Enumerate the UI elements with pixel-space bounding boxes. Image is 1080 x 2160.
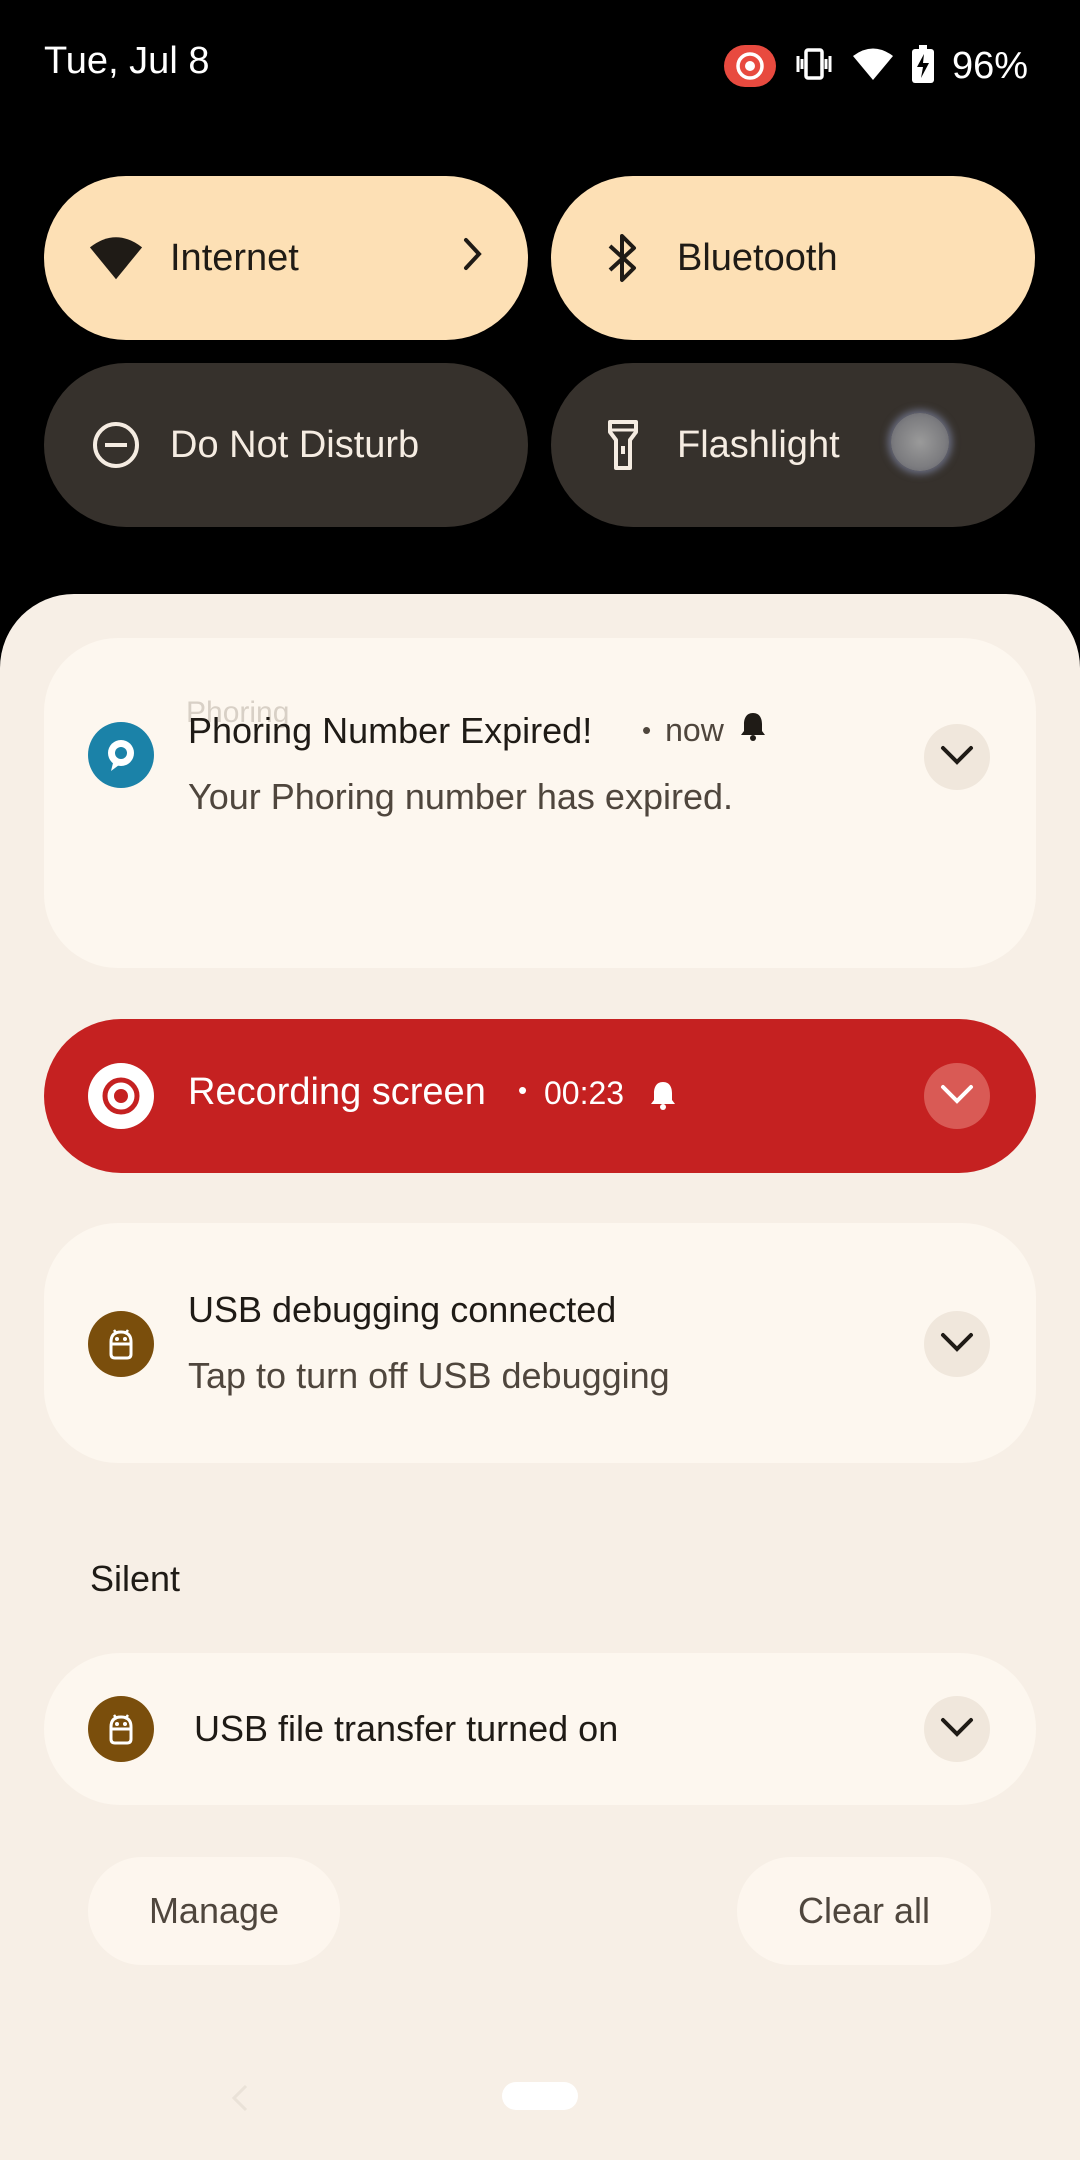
chevron-down-icon [939,744,975,771]
chevron-down-icon [939,1716,975,1743]
notification-usb-transfer[interactable]: USB file transfer turned on [44,1653,1036,1805]
expand-button[interactable] [924,1311,990,1377]
wifi-icon [852,47,894,86]
notification-meta: • now [642,710,768,750]
battery-charging-icon [911,44,934,88]
wifi-icon [88,230,144,286]
section-label-silent: Silent [90,1558,181,1599]
home-handle[interactable] [502,2082,578,2110]
notification-title: Recording screen [188,1071,486,1113]
tile-internet[interactable]: Internet [44,176,528,340]
tile-do-not-disturb[interactable]: Do Not Disturb [44,363,528,527]
do-not-disturb-icon [88,417,144,473]
status-icons: 96% [723,40,1028,92]
bell-icon [648,1079,678,1116]
clear-all-button[interactable]: Clear all [737,1857,991,1965]
flashlight-icon [595,417,651,473]
tile-label: Do Not Disturb [170,423,420,466]
notification-title: USB debugging connected [188,1289,617,1330]
notification-phoring[interactable]: Phoring Phoring Number Expired! • now Yo… [44,638,1036,968]
expand-button[interactable] [924,724,990,790]
phoring-app-icon [88,722,154,788]
notification-text: Tap to turn off USB debugging [188,1355,670,1396]
vibrate-icon [794,46,834,87]
battery-percent: 96% [951,44,1028,87]
notification-title: USB file transfer turned on [194,1708,619,1749]
tile-label: Flashlight [677,423,840,466]
notification-text: Your Phoring number has expired. [188,776,734,817]
screen-record-icon [723,45,776,87]
android-debug-icon [88,1696,154,1762]
chevron-down-icon [939,1331,975,1358]
separator-dot: • [642,714,652,745]
status-bar: Tue, Jul 8 96% [0,0,1080,130]
separator-dot: • [518,1075,528,1105]
notification-time: now [665,711,724,748]
expand-button[interactable] [924,1696,990,1762]
tile-label: Bluetooth [677,236,838,279]
status-date: Tue, Jul 8 [44,40,210,82]
notification-time: 00:23 [544,1075,625,1111]
bell-icon [738,710,768,750]
tile-label: Internet [170,236,299,279]
manage-button[interactable]: Manage [88,1857,340,1965]
notification-title: Phoring Number Expired! [188,710,593,751]
notification-recording[interactable]: Recording screen • 00:23 [44,1019,1036,1173]
screen-record-app-icon [88,1063,154,1129]
touch-indicator [891,413,949,471]
notification-usb-debugging[interactable]: USB debugging connected Tap to turn off … [44,1223,1036,1463]
expand-button[interactable] [924,1063,990,1129]
tile-bluetooth[interactable]: Bluetooth [551,176,1035,340]
bluetooth-icon [595,230,651,286]
back-icon[interactable] [230,2082,250,2119]
chevron-right-icon [462,234,484,279]
tile-flashlight[interactable]: Flashlight [551,363,1035,527]
android-debug-icon [88,1311,154,1377]
chevron-down-icon [939,1083,975,1110]
